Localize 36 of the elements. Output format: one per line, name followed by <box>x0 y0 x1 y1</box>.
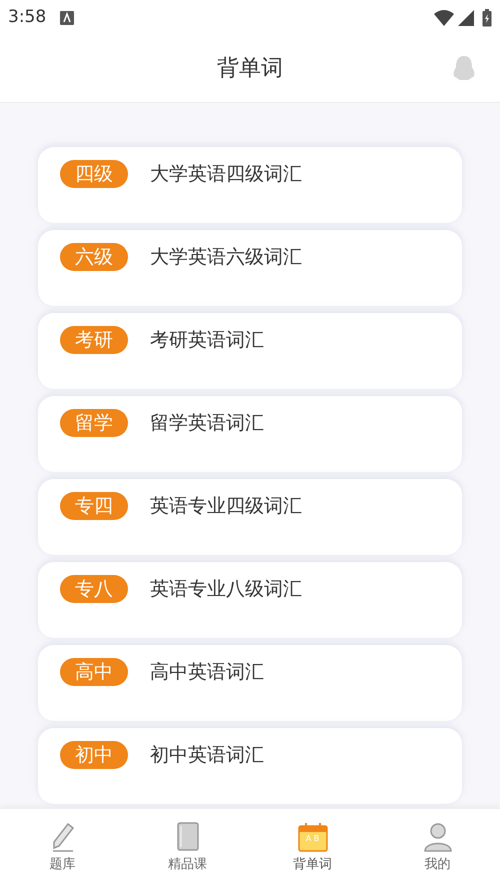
person-icon <box>422 822 452 852</box>
book-icon <box>176 822 200 852</box>
level-tag: 留学 <box>60 409 128 437</box>
word-list-card[interactable]: 高中 高中英语词汇 <box>38 645 462 721</box>
word-list-title: 留学英语词汇 <box>150 411 264 436</box>
tab-bar-item[interactable]: A B 背单词 <box>250 809 375 888</box>
word-list-title: 大学英语四级词汇 <box>150 162 302 187</box>
level-tag: 四级 <box>60 160 128 188</box>
level-tag: 高中 <box>60 658 128 686</box>
word-list-card[interactable]: 初中 初中英语词汇 <box>38 728 462 804</box>
word-list-card[interactable]: 考研 考研英语词汇 <box>38 313 462 389</box>
level-tag: 六级 <box>60 243 128 271</box>
level-tag: 专八 <box>60 575 128 603</box>
battery-icon <box>482 8 492 26</box>
word-list-card[interactable]: 四级 大学英语四级词汇 <box>38 147 462 223</box>
word-list-card[interactable]: 六级 大学英语六级词汇 <box>38 230 462 306</box>
word-list-card[interactable]: 专四 英语专业四级词汇 <box>38 479 462 555</box>
notification-icon <box>60 10 74 24</box>
word-list-title: 大学英语六级词汇 <box>150 245 302 270</box>
tab-bar-item[interactable]: 我的 <box>375 809 500 888</box>
word-list-title: 英语专业四级词汇 <box>150 494 302 519</box>
word-list-title: 英语专业八级词汇 <box>150 577 302 602</box>
word-list-title: 初中英语词汇 <box>150 743 264 768</box>
tab-bar-item[interactable]: 题库 <box>0 809 125 888</box>
word-list-title: 考研英语词汇 <box>150 328 264 353</box>
word-list-card[interactable]: 专八 英语专业八级词汇 <box>38 562 462 638</box>
tab-bar-item[interactable]: 精品课 <box>125 809 250 888</box>
level-tag: 专四 <box>60 492 128 520</box>
word-list-card[interactable]: 留学 留学英语词汇 <box>38 396 462 472</box>
level-tag: 初中 <box>60 741 128 769</box>
level-tag: 考研 <box>60 326 128 354</box>
wifi-icon <box>434 10 454 26</box>
status-time: 3:58 <box>8 6 46 29</box>
page-title: 背单词 <box>217 55 283 83</box>
word-list-title: 高中英语词汇 <box>150 660 264 685</box>
signal-icon <box>458 10 474 26</box>
